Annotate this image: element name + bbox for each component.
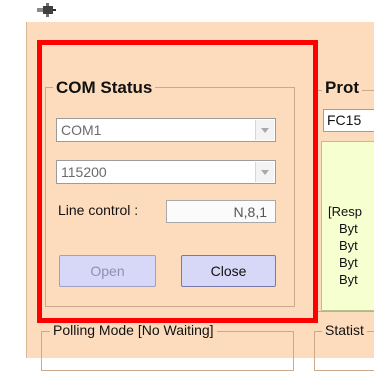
function-code-field[interactable]: FC15 [323,109,374,132]
polling-mode-title: Polling Mode [No Waiting] [50,322,217,338]
response-box: [Resp Byt Byt Byt Byt [321,141,374,311]
statistics-title: Statist [322,322,367,338]
protocol-title: Prot [322,78,362,98]
red-highlight-box [37,40,318,323]
response-line: [Resp [328,204,362,219]
response-line: Byt [339,221,358,236]
response-line: Byt [339,255,358,270]
response-line: Byt [339,238,358,253]
app-plug-icon [37,3,56,17]
response-line: Byt [339,272,358,287]
title-bar [0,0,374,22]
